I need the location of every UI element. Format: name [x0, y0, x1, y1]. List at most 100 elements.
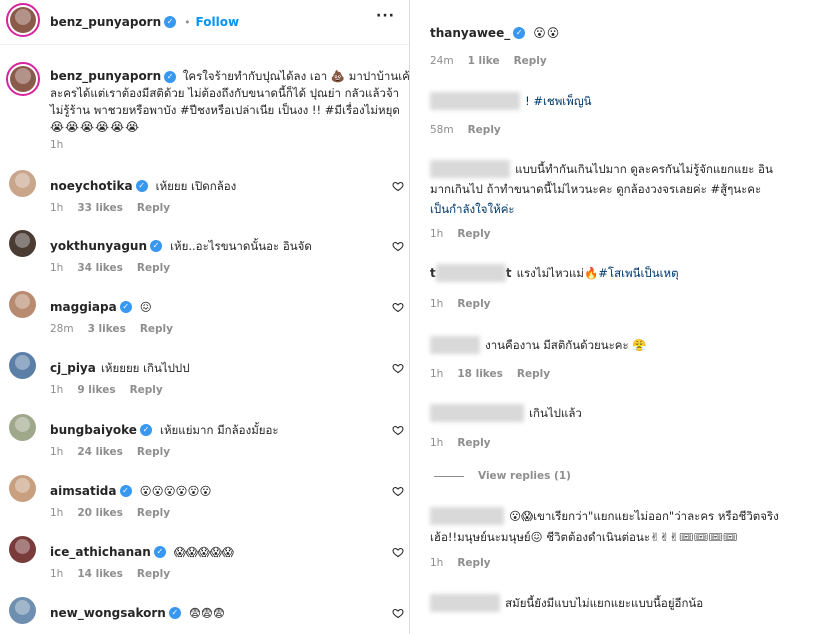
commenter-avatar[interactable]	[9, 352, 36, 379]
reply-button[interactable]: Reply	[468, 124, 501, 136]
comment-likes[interactable]: 20 likes	[77, 507, 123, 519]
comment-row: tt แรงไม่ไหวแม่🔥#โสเพนีเป็นเหตุ	[430, 262, 679, 283]
caption-line-1: ใครใจร้ายทำกับปุณได้ลง เอา 💩 มาปาบ้านเค้…	[182, 69, 410, 83]
commenter-avatar[interactable]	[9, 414, 36, 441]
like-heart-icon[interactable]	[392, 362, 404, 374]
reply-button[interactable]: Reply	[137, 568, 170, 580]
comment-username[interactable]: yokthunyagun	[50, 239, 147, 253]
comment-username[interactable]: thanyawee_	[430, 26, 510, 40]
reply-button[interactable]: Reply	[137, 262, 170, 274]
reply-button[interactable]: Reply	[514, 55, 547, 67]
verified-badge-icon: ✓	[164, 70, 177, 83]
comment-meta: 1h Reply	[430, 557, 505, 569]
commenter-avatar[interactable]	[9, 291, 36, 318]
comment-likes[interactable]: 24 likes	[77, 446, 123, 458]
caption-line-3: ไม่รู้ร้าน พาชวยหรือพาบัง #ปีชงหรือเปล่า…	[50, 103, 400, 117]
comment-text: 😮😮	[533, 26, 561, 40]
caption-time: 1h	[50, 139, 64, 151]
verified-badge-icon: ✓	[139, 423, 152, 436]
commenter-avatar[interactable]	[9, 170, 36, 197]
comment-username[interactable]: bungbaiyoke	[50, 423, 137, 437]
left-comments-panel: benz_punyaporn ✓ • Follow ··· benz_punyap…	[0, 0, 410, 634]
reply-button[interactable]: Reply	[137, 202, 170, 214]
like-heart-icon[interactable]	[392, 546, 404, 558]
comment-time: 1h	[50, 568, 64, 580]
comment-likes[interactable]: 14 likes	[77, 568, 123, 580]
comment-meta: 1h 9 likes Reply	[50, 384, 177, 396]
comment-time: 1h	[430, 228, 444, 240]
reply-button[interactable]: Reply	[130, 384, 163, 396]
comment-row: แบบนี้ทำกันเกินไปมาก ดูละครกันไม่รู้จักแ…	[430, 158, 816, 219]
comment-likes[interactable]: 3 likes	[88, 323, 126, 335]
post-header: benz_punyaporn ✓ • Follow	[50, 11, 239, 30]
like-heart-icon[interactable]	[392, 607, 404, 619]
comment-time: 1h	[50, 262, 64, 274]
caption-line-2: ละครได้แต่เราต้องมีสติด้วย ไม่ต้องถึงกับ…	[50, 86, 400, 100]
comment-hashtag[interactable]: #โสเพนีเป็นเหตุ	[598, 266, 678, 280]
commenter-avatar[interactable]	[9, 230, 36, 257]
view-replies-line	[434, 475, 464, 477]
comment-line: cj_piya เห้ยยยย เกินไปปป	[50, 357, 190, 378]
view-replies-button[interactable]: View replies (1)	[434, 470, 585, 482]
comment-username[interactable]: noeychotika	[50, 179, 133, 193]
comment-username-end[interactable]: t	[506, 266, 512, 280]
blurred-username	[430, 403, 524, 422]
post-author-avatar[interactable]	[6, 3, 40, 37]
comment-text: เกินไปแล้ว	[529, 406, 582, 420]
comment-username[interactable]: maggiapa	[50, 300, 117, 314]
reply-button[interactable]: Reply	[457, 437, 490, 449]
commenter-avatar[interactable]	[9, 597, 36, 624]
comment-time: 1h	[50, 384, 64, 396]
reply-button[interactable]: Reply	[517, 368, 550, 380]
follow-button[interactable]: Follow	[196, 15, 240, 29]
comment-text: เห้ยยยย เกินไปปป	[100, 361, 190, 375]
blurred-username	[430, 506, 504, 525]
like-heart-icon[interactable]	[392, 301, 404, 313]
more-options-icon[interactable]: ···	[376, 8, 395, 24]
comment-likes[interactable]: 1 like	[468, 55, 500, 67]
comment-text-line: 😮😱เขาเรียกว่า"แยกแยะไม่ออก"ว่าละคร หรือช…	[509, 509, 779, 523]
verified-badge-icon: ✓	[168, 606, 181, 619]
comment-meta: 58m Reply	[430, 124, 515, 136]
like-heart-icon[interactable]	[392, 240, 404, 252]
comment-text: 😮😮😮😮😮😮	[139, 484, 212, 498]
comment-username[interactable]: cj_piya	[50, 361, 96, 375]
commenter-avatar[interactable]	[9, 536, 36, 563]
comment-meta: 1h Reply	[430, 228, 505, 240]
comment-time: 1h	[50, 202, 64, 214]
reply-button[interactable]: Reply	[140, 323, 173, 335]
comment-username[interactable]: aimsatida	[50, 484, 117, 498]
reply-button[interactable]: Reply	[137, 446, 170, 458]
comment-text-line: เป็นกำลังใจให้ค่ะ	[430, 202, 515, 216]
comment-username[interactable]: ice_athichanan	[50, 545, 151, 559]
comment-time: 1h	[430, 437, 444, 449]
blurred-username	[430, 593, 500, 612]
blurred-username	[435, 263, 506, 282]
like-heart-icon[interactable]	[392, 180, 404, 192]
comment-row: งานคืองาน มีสติกันด้วยนะคะ 😤	[430, 334, 647, 355]
comment-text: 😖	[139, 300, 152, 314]
comment-likes[interactable]: 33 likes	[77, 202, 123, 214]
comment-time: 24m	[430, 55, 454, 67]
like-heart-icon[interactable]	[392, 424, 404, 436]
reply-button[interactable]: Reply	[457, 557, 490, 569]
comment-likes[interactable]: 18 likes	[457, 368, 503, 380]
comment-meta: 1h Reply	[430, 437, 505, 449]
header-divider	[0, 44, 409, 45]
post-author-username[interactable]: benz_punyaporn	[50, 15, 161, 29]
reply-button[interactable]: Reply	[137, 507, 170, 519]
commenter-avatar[interactable]	[9, 475, 36, 502]
caption-username[interactable]: benz_punyaporn	[50, 69, 161, 83]
comment-username[interactable]: new_wongsakorn	[50, 606, 166, 620]
caption-author-avatar[interactable]	[6, 62, 40, 96]
comment-line: bungbaiyoke ✓ เห้ยแย่มาก มีกล้องมั้ยอะ	[50, 419, 279, 440]
comment-likes[interactable]: 9 likes	[77, 384, 115, 396]
like-heart-icon[interactable]	[392, 485, 404, 497]
reply-button[interactable]: Reply	[457, 298, 490, 310]
comment-line: yokthunyagun ✓ เห้ย..อะไรขนาดนั้นอะ อินจั…	[50, 235, 312, 256]
comment-row: thanyawee_ ✓ 😮😮	[430, 22, 560, 41]
view-replies-label[interactable]: View replies (1)	[478, 470, 571, 482]
comment-meta: 28m 3 likes Reply	[50, 323, 187, 335]
comment-likes[interactable]: 34 likes	[77, 262, 123, 274]
reply-button[interactable]: Reply	[457, 228, 490, 240]
